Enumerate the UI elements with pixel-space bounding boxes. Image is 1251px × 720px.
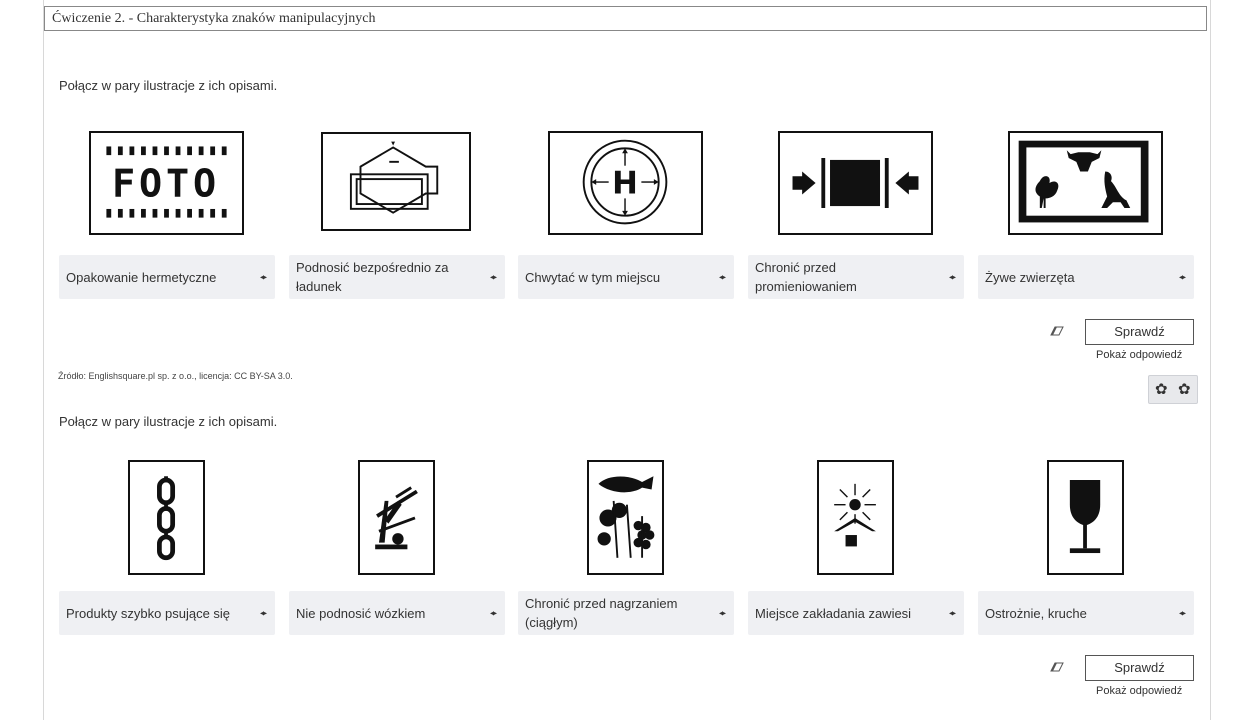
drag-card[interactable]: Ostrożnie, kruche ◂▸ xyxy=(978,591,1194,635)
gear-icon[interactable]: ✿ xyxy=(1155,380,1168,398)
settings-toolbar: ✿ ✿ xyxy=(1148,375,1198,404)
sign-lift-load[interactable] xyxy=(321,132,471,231)
exercise-title-box: Ćwiczenie 2. - Charakterystyka znaków ma… xyxy=(44,6,1207,31)
gear-icon[interactable]: ✿ xyxy=(1178,380,1191,398)
instruction-1: Połącz w pary ilustracje z ich opisami. xyxy=(59,78,278,93)
eraser-icon[interactable] xyxy=(1050,326,1064,336)
exercise-title: Ćwiczenie 2. - Charakterystyka znaków ma… xyxy=(52,11,376,26)
card-label: Produkty szybko psujące się xyxy=(66,605,231,621)
drag-card[interactable]: Nie podnosić wózkiem ◂▸ xyxy=(289,591,505,635)
foto-sign-graphic: FOTO xyxy=(106,146,227,218)
live-animals-graphic xyxy=(1018,140,1149,223)
card-label: Chronić przed promieniowaniem xyxy=(755,260,857,294)
left-right-arrows-icon: ◂▸ xyxy=(489,272,497,282)
show-answer-link[interactable]: Pokaż odpowiedź xyxy=(1096,349,1182,361)
source-caption: Źródło: Englishsquare.pl sp. z o.o., lic… xyxy=(58,371,293,381)
card-label: Podnosić bezpośrednio za ładunek xyxy=(296,260,449,294)
left-right-arrows-icon: ◂▸ xyxy=(1178,608,1186,618)
grip-here-graphic: H xyxy=(582,139,668,225)
check-button[interactable]: Sprawdź xyxy=(1085,655,1194,681)
sign-live-animals[interactable] xyxy=(1008,131,1163,235)
card-label: Chwytać w tym miejscu xyxy=(525,269,661,285)
left-right-arrows-icon: ◂▸ xyxy=(259,608,267,618)
card-label: Nie podnosić wózkiem xyxy=(296,605,426,621)
card-label: Żywe zwierzęta xyxy=(985,269,1075,285)
left-right-arrows-icon: ◂▸ xyxy=(948,272,956,282)
sign-perishable[interactable] xyxy=(587,460,664,575)
sign-chain[interactable] xyxy=(128,460,205,575)
drag-card[interactable]: Opakowanie hermetyczne ◂▸ xyxy=(59,255,275,299)
foto-text: FOTO xyxy=(112,161,220,206)
check-button[interactable]: Sprawdź xyxy=(1085,319,1194,345)
left-right-arrows-icon: ◂▸ xyxy=(489,608,497,618)
card-label: Chronić przed nagrzaniem (ciągłym) xyxy=(525,596,678,630)
perishable-graphic xyxy=(597,476,655,558)
drag-card[interactable]: Produkty szybko psujące się ◂▸ xyxy=(59,591,275,635)
drag-card[interactable]: Chronić przed nagrzaniem (ciągłym) ◂▸ xyxy=(518,591,734,635)
left-right-arrows-icon: ◂▸ xyxy=(718,272,726,282)
drag-card[interactable]: Chronić przed promieniowaniem ◂▸ xyxy=(748,255,964,299)
eraser-icon[interactable] xyxy=(1050,662,1064,672)
sign-no-forklift[interactable] xyxy=(358,460,435,575)
radiation-graphic xyxy=(792,158,919,208)
drag-card[interactable]: Podnosić bezpośrednio za ładunek ◂▸ xyxy=(289,255,505,299)
left-right-arrows-icon: ◂▸ xyxy=(948,608,956,618)
sign-sun-heat[interactable] xyxy=(817,460,894,575)
drag-card[interactable]: Żywe zwierzęta ◂▸ xyxy=(978,255,1194,299)
lift-load-graphic xyxy=(349,141,439,214)
sign-fragile[interactable] xyxy=(1047,460,1124,575)
show-answer-link[interactable]: Pokaż odpowiedź xyxy=(1096,685,1182,697)
card-label: Miejsce zakładania zawiesi xyxy=(755,605,912,621)
no-forklift-graphic xyxy=(375,486,418,550)
drag-card[interactable]: Miejsce zakładania zawiesi ◂▸ xyxy=(748,591,964,635)
left-right-arrows-icon: ◂▸ xyxy=(718,608,726,618)
sign-foto[interactable]: FOTO xyxy=(89,131,244,235)
card-label: Opakowanie hermetyczne xyxy=(66,269,217,285)
left-right-arrows-icon: ◂▸ xyxy=(259,272,267,282)
sign-grip-here[interactable]: H xyxy=(548,131,703,235)
sign-radiation[interactable] xyxy=(778,131,933,235)
chain-graphic xyxy=(157,476,176,561)
drag-card[interactable]: Chwytać w tym miejscu ◂▸ xyxy=(518,255,734,299)
sun-heat-graphic xyxy=(834,483,876,547)
instruction-2: Połącz w pary ilustracje z ich opisami. xyxy=(59,414,278,429)
left-right-arrows-icon: ◂▸ xyxy=(1178,272,1186,282)
h-letter: H xyxy=(612,166,638,202)
card-label: Ostrożnie, kruche xyxy=(985,605,1087,621)
fragile-glass-graphic xyxy=(1069,480,1101,554)
